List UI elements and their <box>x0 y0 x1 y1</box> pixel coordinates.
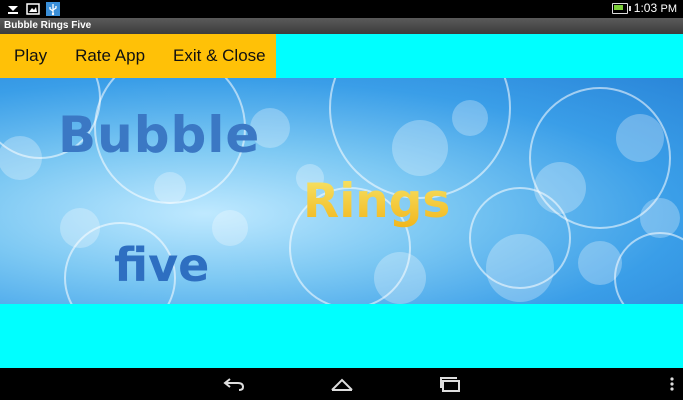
download-icon <box>6 2 20 16</box>
clock-suffix: PM <box>660 3 678 15</box>
image-icon <box>26 2 40 16</box>
status-right: 1:03 PM <box>611 1 677 15</box>
title-word-bubble: Bubble <box>58 106 261 164</box>
usb-icon <box>46 2 60 16</box>
clock: 1:03 PM <box>634 1 677 15</box>
window-title: Bubble Rings Five <box>0 18 683 34</box>
battery-icon <box>611 2 631 14</box>
title-banner[interactable]: Bubble Rings five <box>0 78 683 304</box>
home-icon[interactable] <box>330 374 354 394</box>
screen: 1:03 PM Bubble Rings Five Play Rate App … <box>0 0 683 400</box>
recent-apps-icon[interactable] <box>438 374 462 394</box>
app-area: Play Rate App Exit & Close Bubble Rings … <box>0 34 683 368</box>
title-word-five: five <box>114 238 210 292</box>
play-button[interactable]: Play <box>14 46 47 66</box>
navigation-bar <box>0 368 683 400</box>
menu-bar: Play Rate App Exit & Close <box>0 34 276 78</box>
status-bar: 1:03 PM <box>0 0 683 18</box>
rate-app-button[interactable]: Rate App <box>75 46 145 66</box>
status-left-icons <box>6 2 60 16</box>
clock-time: 1:03 <box>633 1 658 15</box>
exit-close-button[interactable]: Exit & Close <box>173 46 266 66</box>
title-word-rings: Rings <box>303 174 451 229</box>
back-icon[interactable] <box>222 374 246 394</box>
overflow-menu-icon[interactable] <box>660 374 683 394</box>
